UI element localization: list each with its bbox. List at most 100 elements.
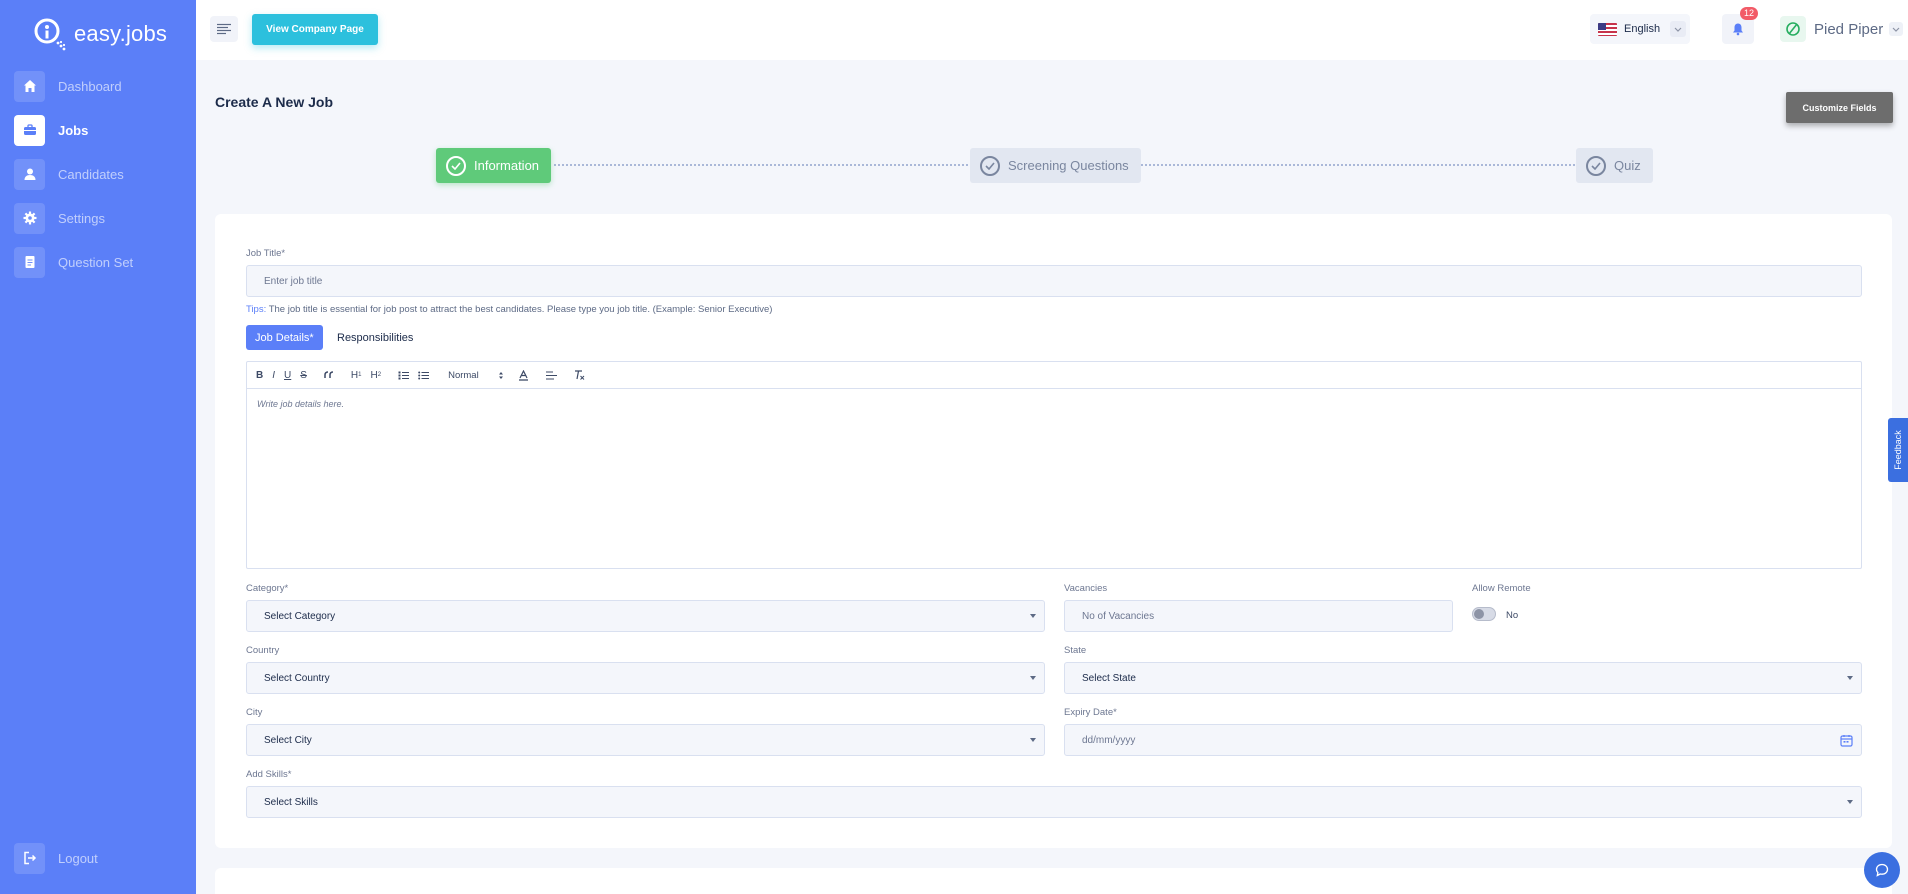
job-creation-stepper: Information Screening Questions Quiz [436, 148, 1653, 183]
text-color-icon [519, 369, 529, 381]
step-label: Screening Questions [1008, 158, 1129, 173]
feedback-label: Feedback [1893, 430, 1903, 470]
menu-toggle-button[interactable] [210, 16, 238, 42]
sidebar-item-label: Candidates [58, 166, 124, 182]
step-quiz[interactable]: Quiz [1576, 148, 1653, 183]
text-color-button[interactable] [518, 369, 529, 381]
step-information[interactable]: Information [436, 148, 552, 183]
bullet-list-button[interactable] [418, 371, 430, 380]
expiry-date-label: Expiry Date* [1064, 707, 1117, 718]
city-label: City [246, 707, 263, 718]
top-header: View Company Page English 12 Pied Piper [196, 0, 1908, 60]
tab-responsibilities[interactable]: Responsibilities [328, 325, 422, 350]
chevron-down-icon [1889, 22, 1904, 36]
updown-caret-icon [499, 371, 504, 379]
heading1-button[interactable]: H1 [351, 370, 362, 381]
hamburger-icon [217, 23, 231, 35]
strike-button[interactable]: S [300, 370, 307, 381]
view-company-page-button[interactable]: View Company Page [252, 14, 378, 45]
quote-button[interactable] [324, 371, 334, 379]
caret-down-icon [1030, 614, 1036, 618]
category-select-value: Select Category [264, 610, 336, 622]
ordered-list-button[interactable] [398, 371, 410, 380]
check-circle-icon [1586, 155, 1606, 176]
briefcase-icon [14, 114, 45, 146]
city-select[interactable]: Select City [246, 724, 1045, 756]
bell-icon [1733, 23, 1743, 36]
city-select-value: Select City [264, 734, 312, 746]
chat-icon [1875, 863, 1889, 877]
bold-button[interactable]: B [256, 370, 263, 381]
notification-count-badge: 12 [1740, 7, 1758, 20]
calendar-icon[interactable] [1840, 734, 1853, 750]
sidebar-item-label: Settings [58, 210, 105, 226]
country-label: Country [246, 645, 280, 656]
tips-key: Tips: [246, 304, 267, 315]
state-select-value: Select State [1082, 672, 1136, 684]
step-screening-questions[interactable]: Screening Questions [970, 148, 1141, 183]
home-icon [14, 70, 45, 102]
skills-select[interactable]: Select Skills [246, 786, 1862, 818]
user-icon [14, 158, 45, 190]
country-select-value: Select Country [264, 672, 330, 684]
check-circle-icon [980, 155, 1000, 176]
vacancies-placeholder: No of Vacancies [1082, 610, 1155, 622]
sidebar-item-question-set[interactable]: Question Set [14, 246, 184, 278]
allow-remote-label: Allow Remote [1472, 583, 1531, 594]
company-switcher[interactable]: Pied Piper [1780, 14, 1904, 44]
language-label: English [1624, 23, 1661, 35]
caret-down-icon [1030, 738, 1036, 742]
format-select[interactable]: Normal [448, 370, 504, 381]
allow-remote-value: No [1506, 610, 1519, 621]
underline-button[interactable]: U [284, 370, 291, 381]
logout-button[interactable]: Logout [14, 842, 98, 874]
caret-down-icon [1847, 676, 1853, 680]
country-select[interactable]: Select Country [246, 662, 1045, 694]
heading2-button[interactable]: H2 [371, 370, 382, 381]
clear-format-button[interactable] [574, 370, 585, 380]
customize-fields-button[interactable]: Customize Fields [1786, 92, 1893, 123]
caret-down-icon [1030, 676, 1036, 680]
chevron-down-icon [1670, 21, 1686, 37]
chat-button[interactable] [1864, 852, 1900, 888]
sidebar-item-jobs[interactable]: Jobs [14, 114, 184, 146]
bullet-list-icon [418, 371, 430, 379]
skills-label: Add Skills* [246, 769, 292, 780]
sidebar-item-dashboard[interactable]: Dashboard [14, 70, 184, 102]
allow-remote-toggle[interactable] [1472, 607, 1496, 621]
sidebar-item-settings[interactable]: Settings [14, 202, 184, 234]
check-circle-icon [446, 155, 466, 176]
expiry-date-placeholder: dd/mm/yyyy [1082, 734, 1136, 746]
tab-job-details[interactable]: Job Details* [246, 325, 323, 350]
category-select[interactable]: Select Category [246, 600, 1045, 632]
editor-textarea[interactable]: Write job details here. [247, 389, 1861, 419]
vacancies-input[interactable]: No of Vacancies [1064, 600, 1453, 632]
align-left-icon [546, 371, 558, 379]
logo-icon [32, 16, 68, 52]
sidebar-nav: Dashboard Jobs Candidates Settings Quest… [14, 70, 184, 290]
format-select-value: Normal [448, 369, 479, 381]
expiry-date-input[interactable]: dd/mm/yyyy [1064, 724, 1862, 756]
job-title-input[interactable]: Enter job title [246, 265, 1862, 297]
feedback-tab[interactable]: Feedback [1888, 418, 1908, 482]
state-select[interactable]: Select State [1064, 662, 1862, 694]
quote-icon [324, 371, 333, 378]
logo[interactable]: easy.jobs [32, 14, 167, 54]
step-connector [554, 164, 972, 167]
logo-text: easy.jobs [74, 21, 168, 46]
italic-button[interactable]: I [272, 370, 275, 381]
ordered-list-icon [398, 371, 410, 379]
step-label: Information [474, 158, 540, 173]
sidebar-item-candidates[interactable]: Candidates [14, 158, 184, 190]
company-name: Pied Piper [1814, 20, 1884, 38]
sidebar: easy.jobs Dashboard Jobs Candidates Sett… [0, 0, 196, 894]
vacancies-label: Vacancies [1064, 583, 1108, 594]
align-button[interactable] [546, 371, 558, 380]
logout-label: Logout [58, 850, 98, 866]
job-title-placeholder: Enter job title [264, 275, 323, 287]
sidebar-item-label: Dashboard [58, 78, 122, 94]
step-label: Quiz [1614, 158, 1641, 173]
language-selector[interactable]: English [1590, 14, 1690, 44]
state-label: State [1064, 645, 1087, 656]
editor-placeholder: Write job details here. [257, 399, 345, 409]
